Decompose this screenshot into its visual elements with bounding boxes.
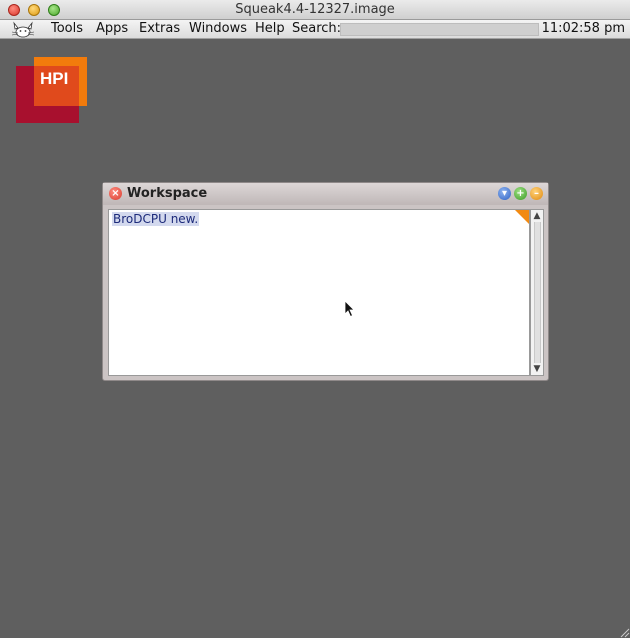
workspace-titlebar[interactable]: × Workspace ▾ + – [103, 183, 548, 205]
workspace-window[interactable]: × Workspace ▾ + – BroDCPU new. ▲ ▼ [102, 182, 549, 381]
window-menu-icon[interactable]: ▾ [498, 187, 511, 200]
workspace-text-area[interactable]: BroDCPU new. [108, 209, 530, 376]
menu-bar: Tools Apps Extras Windows Help Search: 1… [0, 20, 630, 39]
scroll-track[interactable] [534, 222, 541, 363]
search-label: Search: [292, 21, 342, 36]
hpi-logo-text: HPI [40, 69, 69, 88]
clock: 11:02:58 pm [541, 21, 625, 36]
search-input[interactable] [340, 23, 539, 36]
menu-windows[interactable]: Windows [189, 21, 247, 36]
collapse-icon[interactable]: – [530, 187, 543, 200]
corner-flag-icon [515, 210, 529, 224]
close-icon[interactable]: × [109, 187, 122, 200]
scroll-up-icon[interactable]: ▲ [531, 210, 543, 222]
resize-grip-icon[interactable] [618, 626, 630, 638]
workspace-title: Workspace [127, 186, 208, 201]
window-title: Squeak4.4-12327.image [235, 2, 395, 17]
mouse-pointer-icon [344, 300, 355, 318]
expand-icon[interactable]: + [514, 187, 527, 200]
workspace-scrollbar[interactable]: ▲ ▼ [530, 209, 544, 376]
menu-help[interactable]: Help [255, 21, 285, 36]
scroll-down-icon[interactable]: ▼ [531, 363, 543, 375]
menu-apps[interactable]: Apps [96, 21, 128, 36]
workspace-code[interactable]: BroDCPU new. [112, 212, 200, 226]
window-titlebar: Squeak4.4-12327.image [0, 0, 630, 20]
menu-extras[interactable]: Extras [139, 21, 180, 36]
squeak-mouse-icon[interactable] [10, 21, 36, 38]
menu-tools[interactable]: Tools [51, 21, 83, 36]
